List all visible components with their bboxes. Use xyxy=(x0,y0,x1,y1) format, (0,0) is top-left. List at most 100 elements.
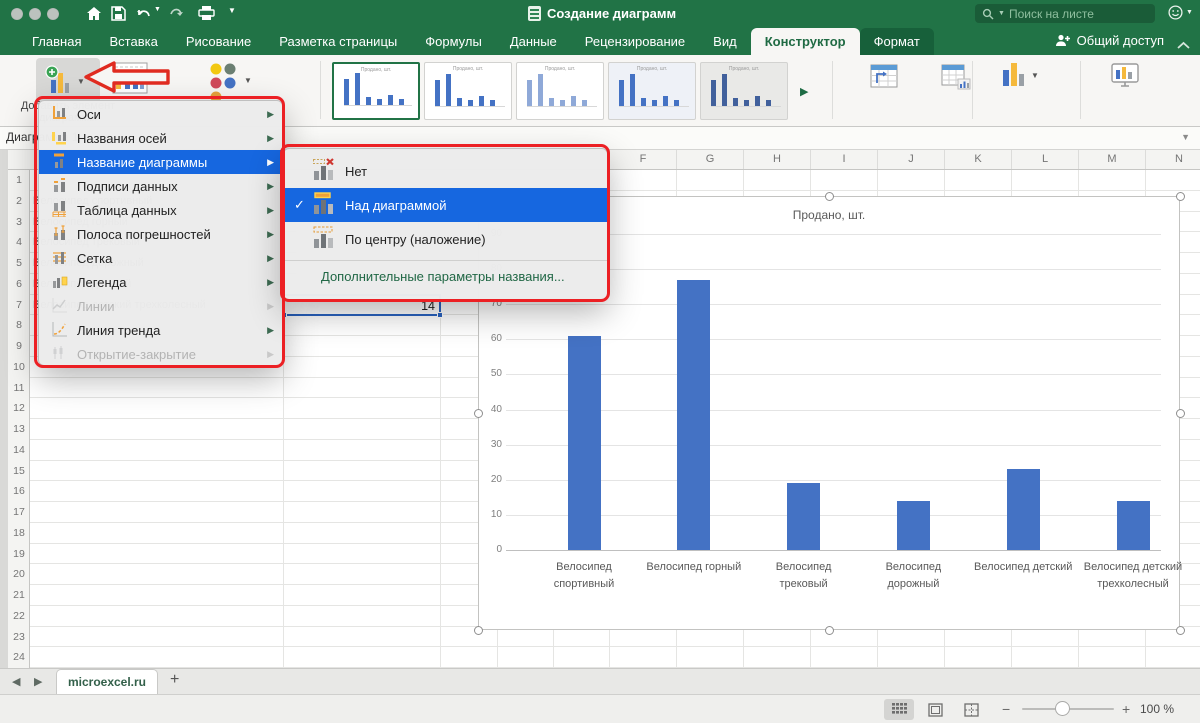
tab-Главная[interactable]: Главная xyxy=(18,28,95,55)
column-header-K[interactable]: K xyxy=(944,150,1011,169)
select-data-button[interactable] xyxy=(940,61,972,91)
row-header-2[interactable]: 2 xyxy=(8,195,30,207)
row-header-24[interactable]: 24 xyxy=(8,651,30,663)
menu-item-Таблица данных[interactable]: Таблица данных▶ xyxy=(39,198,282,222)
redo-icon[interactable] xyxy=(168,6,184,26)
chart-style-thumbnail[interactable]: Продано, шт. xyxy=(608,62,696,120)
column-header-N[interactable]: N xyxy=(1145,150,1200,169)
row-header-14[interactable]: 14 xyxy=(8,444,30,456)
feedback-smiley-icon[interactable]: ▼ xyxy=(1168,5,1193,20)
collapse-ribbon-icon[interactable] xyxy=(1177,36,1190,54)
chart-selection-handle[interactable] xyxy=(474,409,483,418)
chart-selection-handle[interactable] xyxy=(825,192,834,201)
column-header-M[interactable]: M xyxy=(1078,150,1145,169)
chart-bar[interactable] xyxy=(1007,469,1040,550)
chart-bar[interactable] xyxy=(677,280,710,550)
chart-style-thumbnail[interactable]: Продано, шт. xyxy=(424,62,512,120)
submenu-item-Над диаграммой[interactable]: ✓Над диаграммой xyxy=(284,188,607,222)
submenu-item-По центру (наложение)[interactable]: По центру (наложение) xyxy=(284,222,607,256)
menu-item-Оси[interactable]: Оси▶ xyxy=(39,102,282,126)
change-colors-button[interactable]: ▼ xyxy=(205,60,252,100)
save-icon[interactable] xyxy=(111,6,126,26)
chart-bar[interactable] xyxy=(568,336,601,550)
undo-icon[interactable] xyxy=(136,6,152,26)
row-header-18[interactable]: 18 xyxy=(8,527,30,539)
change-chart-type-button[interactable]: ▼ xyxy=(1000,61,1039,89)
menu-item-Легенда[interactable]: Легенда▶ xyxy=(39,270,282,294)
chart-selection-handle[interactable] xyxy=(1176,626,1185,635)
switch-row-column-button[interactable] xyxy=(868,61,900,91)
prev-sheet-icon[interactable]: ◀ xyxy=(12,675,20,688)
column-header-L[interactable]: L xyxy=(1011,150,1078,169)
zoom-in-button[interactable]: + xyxy=(1122,701,1130,717)
undo-dropdown-icon[interactable]: ▼ xyxy=(154,6,161,13)
row-header-13[interactable]: 13 xyxy=(8,423,30,435)
row-header-12[interactable]: 12 xyxy=(8,402,30,414)
page-layout-view-button[interactable] xyxy=(920,699,950,720)
minimize-window-button[interactable] xyxy=(29,8,41,20)
column-header-G[interactable]: G xyxy=(676,150,743,169)
row-header-19[interactable]: 19 xyxy=(8,548,30,560)
tab-Вид[interactable]: Вид xyxy=(699,28,751,55)
row-header-8[interactable]: 8 xyxy=(8,319,30,331)
close-window-button[interactable] xyxy=(11,8,23,20)
chart-bar[interactable] xyxy=(1117,501,1150,550)
chart-selection-handle[interactable] xyxy=(1176,192,1185,201)
search-input[interactable]: ▼ Поиск на листе xyxy=(975,4,1155,23)
row-header-4[interactable]: 4 xyxy=(8,236,30,248)
tab-Данные[interactable]: Данные xyxy=(496,28,571,55)
menu-item-Подписи данных[interactable]: Подписи данных▶ xyxy=(39,174,282,198)
normal-view-button[interactable] xyxy=(884,699,914,720)
column-header-I[interactable]: I xyxy=(810,150,877,169)
row-header-5[interactable]: 5 xyxy=(8,257,30,269)
menu-item-Сетка[interactable]: Сетка▶ xyxy=(39,246,282,270)
gallery-next-icon[interactable]: ▶ xyxy=(800,85,808,98)
submenu-item-Нет[interactable]: Нет xyxy=(284,154,607,188)
zoom-slider-knob[interactable] xyxy=(1055,701,1070,716)
menu-item-Полоса погрешностей[interactable]: Полоса погрешностей▶ xyxy=(39,222,282,246)
tab-Рецензирование[interactable]: Рецензирование xyxy=(571,28,699,55)
chart-style-thumbnail[interactable]: Продано, шт. xyxy=(516,62,604,120)
column-header-J[interactable]: J xyxy=(877,150,944,169)
tab-Разметка страницы[interactable]: Разметка страницы xyxy=(265,28,411,55)
chart-selection-handle[interactable] xyxy=(474,626,483,635)
page-break-view-button[interactable] xyxy=(956,699,986,720)
share-button[interactable]: Общий доступ xyxy=(1055,33,1164,48)
chart-style-thumbnail[interactable]: Продано, шт. xyxy=(332,62,420,120)
submenu-footer-more-options[interactable]: Дополнительные параметры названия... xyxy=(284,260,607,291)
sheet-tab[interactable]: microexcel.ru xyxy=(56,669,158,695)
row-header-7[interactable]: 7 xyxy=(8,299,30,311)
column-header-H[interactable]: H xyxy=(743,150,810,169)
tab-Вставка[interactable]: Вставка xyxy=(95,28,171,55)
home-icon[interactable] xyxy=(86,6,102,26)
menu-item-Название диаграммы[interactable]: Название диаграммы▶ xyxy=(39,150,282,174)
zoom-window-button[interactable] xyxy=(47,8,59,20)
tab-Формулы[interactable]: Формулы xyxy=(411,28,496,55)
chart-bar[interactable] xyxy=(897,501,930,550)
move-chart-button[interactable] xyxy=(1108,61,1142,91)
menu-item-Названия осей[interactable]: Названия осей▶ xyxy=(39,126,282,150)
column-header-F[interactable]: F xyxy=(609,150,676,169)
formula-bar-chevron-icon[interactable]: ▼ xyxy=(1181,132,1190,142)
row-header-1[interactable]: 1 xyxy=(8,174,30,186)
row-header-9[interactable]: 9 xyxy=(8,340,30,352)
tab-Формат[interactable]: Формат xyxy=(860,28,934,55)
tab-Рисование[interactable]: Рисование xyxy=(172,28,265,55)
chart-style-thumbnail[interactable]: Продано, шт. xyxy=(700,62,788,120)
row-header-23[interactable]: 23 xyxy=(8,631,30,643)
row-header-3[interactable]: 3 xyxy=(8,216,30,228)
row-header-10[interactable]: 10 xyxy=(8,361,30,373)
chart-selection-handle[interactable] xyxy=(1176,409,1185,418)
row-header-15[interactable]: 15 xyxy=(8,465,30,477)
chart-selection-handle[interactable] xyxy=(825,626,834,635)
print-icon[interactable] xyxy=(198,6,215,26)
row-header-17[interactable]: 17 xyxy=(8,506,30,518)
row-header-21[interactable]: 21 xyxy=(8,589,30,601)
tab-Конструктор[interactable]: Конструктор xyxy=(751,28,860,55)
next-sheet-icon[interactable]: ▶ xyxy=(34,675,42,688)
selection-fill-handle[interactable] xyxy=(437,312,443,318)
row-header-6[interactable]: 6 xyxy=(8,278,30,290)
row-header-16[interactable]: 16 xyxy=(8,485,30,497)
toolbar-options-icon[interactable]: ▼ xyxy=(228,6,236,15)
menu-item-Линия тренда[interactable]: Линия тренда▶ xyxy=(39,318,282,342)
